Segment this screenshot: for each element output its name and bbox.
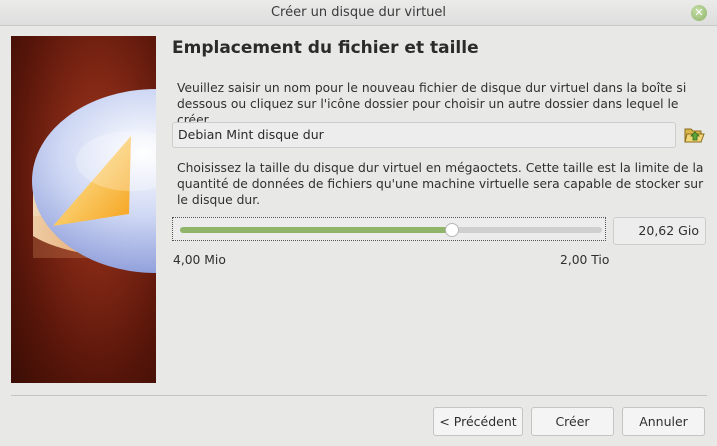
file-name-input[interactable]: Debian Mint disque dur: [172, 122, 676, 148]
page-title: Emplacement du fichier et taille: [172, 38, 479, 58]
cancel-button[interactable]: Annuler: [622, 407, 705, 436]
slider-max-label: 2,00 Tio: [560, 253, 610, 267]
disk-size-slider[interactable]: [172, 217, 606, 241]
close-icon: ✕: [694, 6, 704, 19]
location-instructions: Veuillez saisir un nom pour le nouveau f…: [177, 81, 687, 127]
close-button[interactable]: ✕: [691, 5, 707, 21]
choose-folder-button[interactable]: [683, 125, 705, 145]
create-button[interactable]: Créer: [531, 407, 614, 436]
wizard-side-image: [11, 36, 156, 383]
slider-handle[interactable]: [445, 223, 459, 237]
previous-button[interactable]: < Précédent: [433, 407, 523, 436]
disk-size-value-field[interactable]: 20,62 Gio: [613, 217, 706, 245]
window-title: Créer un disque dur virtuel: [270, 5, 447, 20]
folder-open-icon: [684, 128, 705, 143]
footer-divider: [11, 395, 707, 396]
slider-fill: [180, 227, 452, 233]
window-titlebar: Créer un disque dur virtuel ✕: [0, 0, 717, 26]
hard-disk-illustration: [32, 89, 156, 273]
slider-min-label: 4,00 Mio: [173, 253, 226, 267]
slider-track: [180, 223, 602, 237]
size-instructions: Choisissez la taille du disque dur virtu…: [177, 161, 704, 207]
